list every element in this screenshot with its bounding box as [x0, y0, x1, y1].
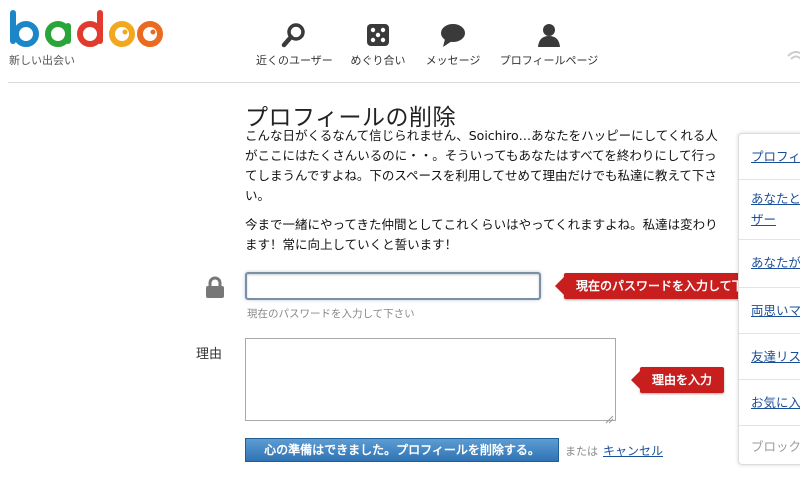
sidebar-item-profile[interactable]: プロフィ: [739, 134, 800, 180]
resize-grip-icon[interactable]: [604, 409, 614, 424]
reason-textarea[interactable]: [245, 338, 616, 421]
nav-messages[interactable]: メッセージ: [423, 22, 483, 68]
delete-profile-button[interactable]: 心の準備はできました。プロフィールを削除する。: [245, 438, 559, 462]
reason-callout: 理由を入力: [630, 367, 725, 393]
sidebar-item-friends[interactable]: 友達リス: [739, 334, 800, 380]
nav-nearby-users[interactable]: 近くのユーザー: [256, 22, 333, 68]
password-hint: 現在のパスワードを入力して下さい: [247, 308, 415, 320]
nav-label: メッセージ: [425, 54, 481, 67]
nav-label: 近くのユーザー: [256, 54, 333, 67]
user-icon: [499, 22, 599, 48]
search-icon: [256, 22, 332, 48]
cancel-link[interactable]: キャンセル: [603, 442, 663, 459]
nav-label: めぐり合い: [350, 54, 406, 67]
sidebar-item-you-liked[interactable]: あなたが: [739, 240, 800, 288]
lock-icon: [205, 276, 225, 302]
or-text: または: [565, 445, 598, 458]
speech-bubble-icon: [423, 22, 483, 48]
promise-paragraph: 今まで一緒にやってきた仲間としてこれくらいはやってくれますよね。私達は変わります…: [245, 217, 718, 252]
reason-label: 理由: [196, 347, 223, 362]
sidebar-item-favorites[interactable]: お気に入: [739, 380, 800, 426]
nav-label: プロフィールページ: [499, 54, 599, 67]
dice-icon: [349, 22, 407, 48]
header-divider: [8, 82, 800, 83]
sidebar-item-liked-you[interactable]: あなたと ザー: [739, 180, 800, 240]
nav-encounters[interactable]: めぐり合い: [349, 22, 407, 68]
nav-profile-page[interactable]: プロフィールページ: [499, 22, 599, 68]
password-input[interactable]: [245, 272, 541, 300]
sidebar-item-mutual[interactable]: 両思いマ: [739, 288, 800, 334]
intro-paragraph: こんな日がくるなんて信じられません、Soichiro…あなたをハッピーにしてくれ…: [245, 128, 718, 203]
wifi-icon: [786, 44, 800, 64]
profile-sidebar: プロフィ あなたと ザー あなたが 両思いマ 友達リス お気に入 ブロック: [738, 133, 800, 465]
sidebar-item-blocked[interactable]: ブロック: [739, 426, 800, 464]
tagline: 新しい出会い: [9, 54, 75, 67]
